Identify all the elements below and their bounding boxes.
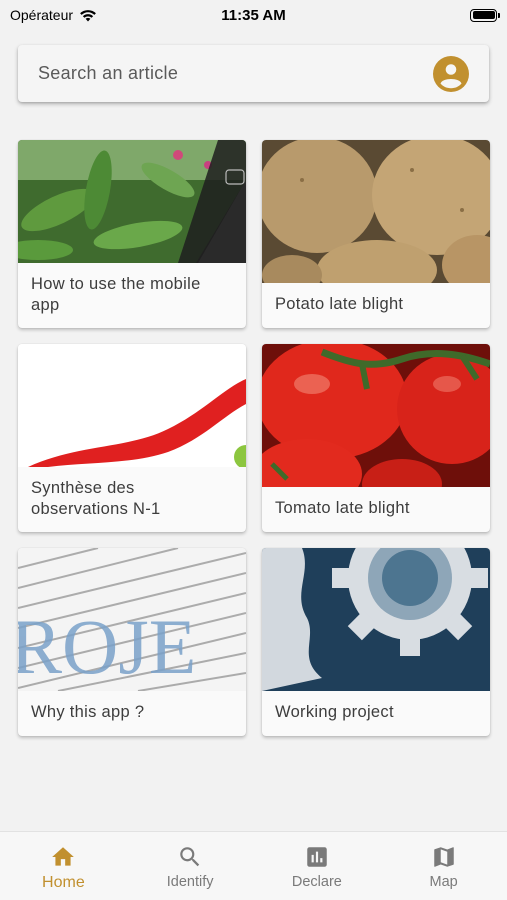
article-card[interactable]: ROJE Why this app ?	[18, 548, 246, 736]
nav-home-label: Home	[42, 874, 85, 891]
search-bar	[18, 45, 489, 102]
article-image-tomatoes	[262, 344, 490, 487]
nav-declare-label: Declare	[291, 874, 342, 890]
article-card[interactable]: Working project	[262, 548, 490, 736]
article-title: Synthèse des observations N-1	[31, 479, 161, 518]
article-image-phone-plant	[18, 140, 246, 263]
search-icon	[180, 847, 200, 867]
battery-icon	[470, 8, 500, 22]
status-bar: Opérateur 11:35 AM	[0, 0, 507, 30]
nav-home[interactable]: Home	[0, 832, 127, 900]
article-title: How to use the mobile app	[31, 275, 201, 314]
article-grid: How to use the mobile app Potato late bl…	[18, 140, 490, 736]
nav-declare[interactable]: Declare	[254, 832, 381, 900]
svg-text:ROJE: ROJE	[18, 603, 196, 690]
search-input[interactable]	[38, 63, 433, 84]
article-card[interactable]: Synthèse des observations N-1	[18, 344, 246, 532]
article-image-potatoes	[262, 140, 490, 283]
bottom-navigation: Home Identify Declare Map	[0, 831, 507, 900]
article-image-red-curve	[18, 344, 246, 467]
nav-identify[interactable]: Identify	[127, 832, 254, 900]
home-icon	[52, 847, 75, 866]
nav-map-label: Map	[429, 874, 458, 890]
article-image-text-collage: ROJE	[18, 548, 246, 691]
article-title: Working project	[275, 703, 394, 721]
wifi-icon	[80, 10, 96, 22]
article-title: Tomato late blight	[275, 499, 410, 517]
article-title: Potato late blight	[275, 295, 404, 313]
status-left: Opérateur	[10, 7, 97, 23]
article-card[interactable]: Potato late blight	[262, 140, 490, 328]
carrier-label: Opérateur	[10, 7, 74, 23]
article-card[interactable]: Tomato late blight	[262, 344, 490, 532]
nav-identify-label: Identify	[166, 874, 214, 890]
article-image-gear	[262, 548, 490, 691]
article-card[interactable]: How to use the mobile app	[18, 140, 246, 328]
bar-chart-icon	[307, 847, 327, 867]
article-title: Why this app ?	[31, 703, 145, 721]
account-circle-icon[interactable]	[433, 55, 469, 92]
map-icon	[433, 847, 454, 867]
nav-map[interactable]: Map	[380, 832, 507, 900]
